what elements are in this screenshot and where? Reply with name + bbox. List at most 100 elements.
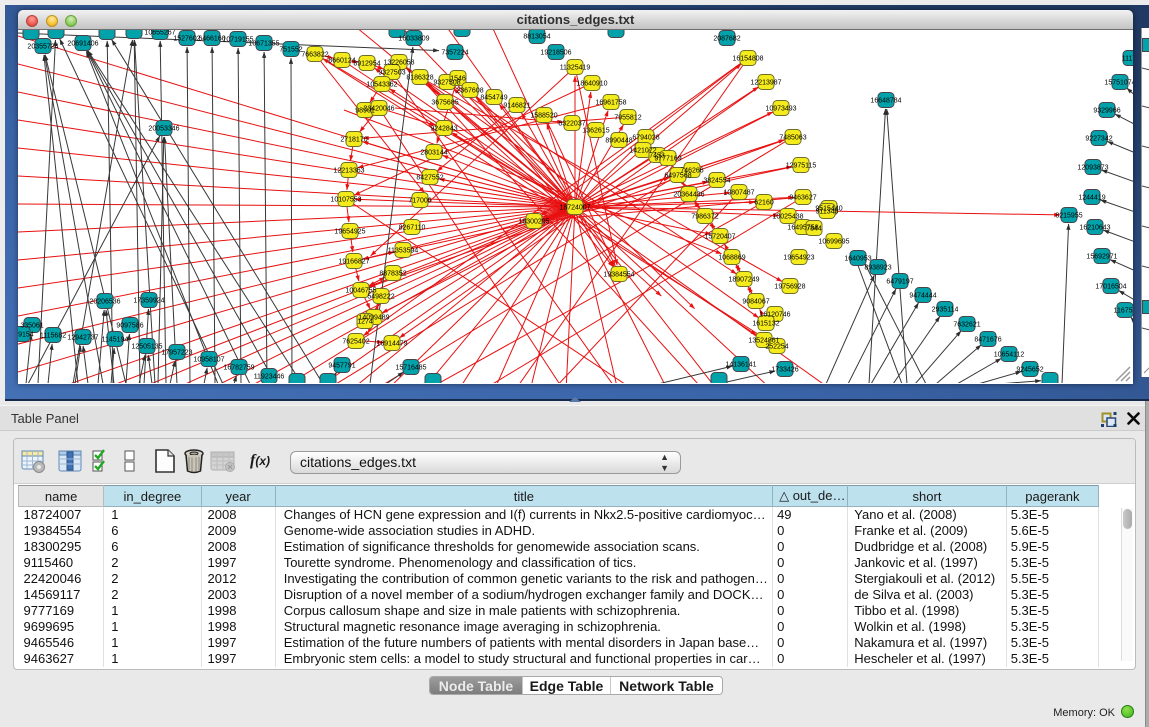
svg-text:18640910: 18640910 bbox=[576, 81, 607, 88]
svg-text:1362615: 1362615 bbox=[582, 128, 609, 135]
svg-text:17359924: 17359924 bbox=[133, 298, 164, 305]
svg-text:10025438: 10025438 bbox=[772, 214, 803, 221]
svg-text:911346: 911346 bbox=[816, 209, 839, 216]
svg-text:8454749: 8454749 bbox=[480, 95, 507, 102]
svg-text:9097586: 9097586 bbox=[116, 323, 143, 330]
svg-text:8660124: 8660124 bbox=[328, 58, 355, 65]
svg-text:17957223: 17957223 bbox=[161, 350, 192, 357]
svg-text:15751074: 15751074 bbox=[1104, 80, 1133, 87]
svg-text:9242843: 9242843 bbox=[430, 126, 457, 133]
svg-text:1527602: 1527602 bbox=[173, 36, 200, 43]
svg-text:2087682: 2087682 bbox=[713, 36, 740, 43]
svg-text:1546: 1546 bbox=[450, 76, 466, 83]
svg-text:7625402: 7625402 bbox=[342, 339, 369, 346]
svg-text:717006: 717006 bbox=[408, 198, 431, 205]
svg-text:18724007: 18724007 bbox=[559, 205, 590, 212]
svg-text:3675685: 3675685 bbox=[431, 100, 458, 107]
svg-text:11923446: 11923446 bbox=[254, 374, 285, 381]
svg-text:1068869: 1068869 bbox=[718, 255, 745, 262]
svg-text:15716485: 15716485 bbox=[395, 365, 426, 372]
svg-text:1640953: 1640953 bbox=[844, 256, 871, 263]
svg-text:8427552: 8427552 bbox=[416, 175, 443, 182]
svg-text:7485063: 7485063 bbox=[779, 135, 806, 142]
svg-text:2367608: 2367608 bbox=[456, 88, 483, 95]
svg-text:10973493: 10973493 bbox=[765, 106, 796, 113]
svg-text:12213987: 12213987 bbox=[750, 80, 781, 87]
svg-text:12942737: 12942737 bbox=[67, 335, 98, 342]
svg-text:16210643: 16210643 bbox=[1079, 225, 1110, 232]
svg-text:15692971: 15692971 bbox=[1086, 254, 1117, 261]
svg-text:19654923: 19654923 bbox=[783, 255, 814, 262]
svg-text:8267110: 8267110 bbox=[399, 225, 426, 232]
svg-text:8912954: 8912954 bbox=[353, 61, 380, 68]
svg-text:19166827: 19166827 bbox=[338, 259, 369, 266]
svg-text:10671355: 10671355 bbox=[248, 41, 279, 48]
svg-text:9474444: 9474444 bbox=[909, 293, 936, 300]
svg-text:19654925: 19654925 bbox=[334, 229, 365, 236]
svg-text:6794028: 6794028 bbox=[632, 135, 659, 142]
svg-text:8938923: 8938923 bbox=[864, 265, 891, 272]
svg-text:23420046: 23420046 bbox=[363, 106, 394, 113]
svg-text:14136141: 14136141 bbox=[725, 362, 756, 369]
svg-text:6497568: 6497568 bbox=[664, 173, 691, 180]
svg-text:116753: 116753 bbox=[1114, 308, 1133, 315]
svg-text:1145194: 1145194 bbox=[102, 337, 129, 344]
svg-text:7663822: 7663822 bbox=[301, 52, 328, 59]
svg-text:9245652: 9245652 bbox=[1016, 367, 1043, 374]
svg-text:9457791: 9457791 bbox=[328, 363, 355, 370]
svg-text:8186328: 8186328 bbox=[406, 75, 433, 82]
svg-text:751552: 751552 bbox=[279, 47, 302, 54]
svg-text:12213363: 12213363 bbox=[333, 168, 364, 175]
svg-text:335061: 335061 bbox=[20, 323, 43, 330]
svg-text:7986372: 7986372 bbox=[691, 214, 718, 221]
svg-text:13226058: 13226058 bbox=[383, 60, 414, 67]
svg-text:16914479: 16914479 bbox=[376, 341, 407, 348]
svg-text:7955812: 7955812 bbox=[614, 115, 641, 122]
svg-text:16033809: 16033809 bbox=[398, 36, 429, 43]
svg-text:6479197: 6479197 bbox=[886, 279, 913, 286]
svg-text:10699695: 10699695 bbox=[818, 239, 849, 246]
svg-text:1733426: 1733426 bbox=[771, 367, 798, 374]
svg-text:10958107: 10958107 bbox=[193, 357, 224, 364]
svg-text:8813054: 8813054 bbox=[523, 34, 550, 41]
svg-text:9227342: 9227342 bbox=[1085, 136, 1112, 143]
svg-text:18907249: 18907249 bbox=[728, 277, 759, 284]
svg-text:16782759: 16782759 bbox=[223, 365, 254, 372]
svg-text:8322037: 8322037 bbox=[558, 121, 585, 128]
svg-text:12975115: 12975115 bbox=[786, 163, 817, 170]
svg-text:16648784: 16648784 bbox=[870, 98, 901, 105]
svg-text:16961758: 16961758 bbox=[595, 100, 626, 107]
svg-text:8471676: 8471676 bbox=[974, 337, 1001, 344]
svg-text:11172: 11172 bbox=[1122, 56, 1133, 63]
svg-text:2935114: 2935114 bbox=[932, 307, 959, 314]
svg-text:7357224: 7357224 bbox=[441, 50, 468, 57]
svg-text:10543362: 10543362 bbox=[366, 82, 397, 89]
svg-text:11353594: 11353594 bbox=[388, 248, 419, 255]
svg-text:62160: 62160 bbox=[754, 200, 774, 207]
svg-text:19384554: 19384554 bbox=[603, 272, 634, 279]
svg-text:20206536: 20206536 bbox=[89, 299, 120, 306]
svg-text:20691406: 20691406 bbox=[67, 41, 98, 48]
svg-text:1615132: 1615132 bbox=[752, 321, 779, 328]
svg-text:20364436: 20364436 bbox=[673, 192, 704, 199]
svg-text:1244419: 1244419 bbox=[1078, 195, 1105, 202]
svg-text:9146821: 9146821 bbox=[503, 103, 530, 110]
svg-text:7844: 7844 bbox=[806, 226, 822, 233]
svg-text:15720407: 15720407 bbox=[704, 234, 735, 241]
svg-text:12093873: 12093873 bbox=[1077, 165, 1108, 172]
svg-text:1115682: 1115682 bbox=[40, 333, 66, 340]
svg-text:7632621: 7632621 bbox=[953, 322, 980, 329]
svg-text:1274: 1274 bbox=[357, 319, 373, 326]
svg-text:19218506: 19218506 bbox=[540, 50, 571, 57]
svg-text:3824554: 3824554 bbox=[703, 178, 730, 185]
svg-text:11325419: 11325419 bbox=[560, 65, 591, 72]
svg-text:16120746: 16120746 bbox=[759, 312, 790, 319]
svg-text:18300295: 18300295 bbox=[518, 219, 549, 226]
svg-text:10807487: 10807487 bbox=[723, 190, 754, 197]
svg-text:2803144: 2803144 bbox=[420, 150, 447, 157]
svg-text:10107553: 10107553 bbox=[330, 197, 361, 204]
svg-text:9463627: 9463627 bbox=[789, 195, 816, 202]
svg-text:20355724: 20355724 bbox=[27, 44, 58, 51]
svg-text:9329966: 9329966 bbox=[1093, 108, 1120, 115]
svg-text:19756928: 19756928 bbox=[774, 284, 805, 291]
